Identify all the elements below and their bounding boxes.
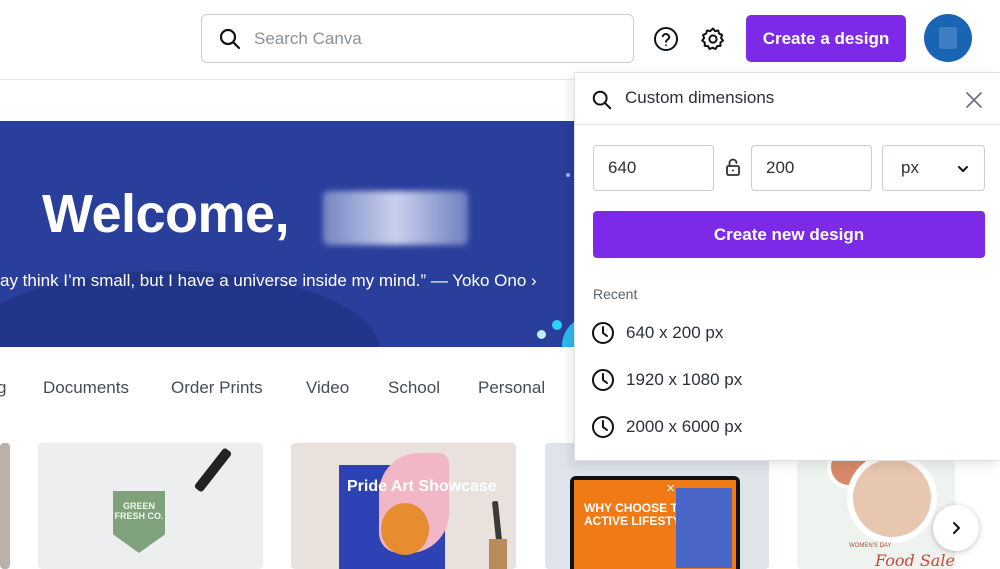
banner-quote-link[interactable]: ay think I’m small, but I have a univers… <box>0 271 537 291</box>
food-script-title: Food Sale <box>875 551 955 569</box>
create-design-dropdown: px Create new design Recent 640 x 200 px… <box>574 72 1000 461</box>
banner-dot-decoration <box>552 320 562 330</box>
template-thumbnail[interactable]: GREEN FRESH CO. <box>38 443 263 569</box>
chevron-right-icon <box>953 522 960 534</box>
category-tab-video[interactable]: Video <box>306 378 349 398</box>
dropdown-search-bar[interactable] <box>575 73 1000 125</box>
search-icon <box>592 90 612 110</box>
gear-icon[interactable] <box>700 26 726 52</box>
search-bar[interactable] <box>201 14 634 63</box>
laptop-mockup: WHY CHOOSE THE ACTIVE LIFESTYLE ✕ <box>570 476 740 569</box>
search-icon <box>219 28 241 49</box>
width-field[interactable] <box>593 145 714 191</box>
clock-icon <box>592 369 614 391</box>
template-thumbnail[interactable]: WHY CHOOSE THE ACTIVE LIFESTYLE ✕ <box>545 443 769 569</box>
height-field[interactable] <box>751 145 872 191</box>
welcome-heading: Welcome, <box>42 184 290 244</box>
food-caption: WOMEN'S DAY <box>849 543 892 549</box>
unit-select-value: px <box>901 158 919 177</box>
recent-item-label: 1920 x 1080 px <box>626 370 743 389</box>
close-icon[interactable] <box>965 91 983 109</box>
banner-dot-decoration <box>566 173 570 177</box>
laptop-screen: WHY CHOOSE THE ACTIVE LIFESTYLE ✕ <box>574 480 736 569</box>
category-tab-documents[interactable]: Documents <box>43 378 129 398</box>
logo-card: GREEN FRESH CO. <box>113 491 165 553</box>
video-photo <box>676 488 732 568</box>
create-new-design-button[interactable]: Create new design <box>593 211 985 258</box>
unlock-icon[interactable] <box>725 157 741 177</box>
cup-decoration <box>489 539 507 569</box>
avatar-image <box>939 27 957 49</box>
recent-item[interactable]: 2000 x 6000 px <box>575 407 1000 447</box>
category-tab-personal[interactable]: Personal <box>478 378 545 398</box>
chevron-down-icon <box>958 166 968 172</box>
unit-select[interactable]: px <box>882 145 985 191</box>
template-thumbnail[interactable]: WOMEN'S DAY Food Sale <box>797 443 955 569</box>
blurred-username <box>323 191 468 245</box>
recent-item-label: 640 x 200 px <box>626 323 724 342</box>
clock-icon <box>592 416 614 438</box>
create-design-button[interactable]: Create a design <box>746 15 906 62</box>
avatar[interactable] <box>924 14 972 62</box>
poster-shape <box>381 503 429 555</box>
dropdown-search-input[interactable] <box>625 88 925 108</box>
food-plate-image <box>847 453 937 543</box>
carousel-next-button[interactable] <box>933 505 979 551</box>
template-thumbnail[interactable] <box>0 443 10 569</box>
welcome-banner: Welcome, ay think I’m small, but I have … <box>0 121 600 347</box>
template-thumbnail[interactable]: Pride Art Showcase <box>291 443 516 569</box>
category-tab-partial[interactable]: g <box>0 378 6 398</box>
pencil-decoration <box>491 500 503 542</box>
poster-title: Pride Art Showcase <box>347 478 497 495</box>
recent-heading: Recent <box>593 286 638 302</box>
help-icon[interactable] <box>653 26 679 52</box>
clock-icon <box>592 322 614 344</box>
close-icon: ✕ <box>666 483 676 495</box>
search-input[interactable] <box>254 28 614 49</box>
recent-item-label: 2000 x 6000 px <box>626 417 743 436</box>
recent-item[interactable]: 640 x 200 px <box>575 313 1000 353</box>
category-tab-school[interactable]: School <box>388 378 440 398</box>
top-header: Create a design <box>0 0 1000 80</box>
recent-item[interactable]: 1920 x 1080 px <box>575 360 1000 400</box>
pen-decoration <box>193 447 233 493</box>
category-tab-order-prints[interactable]: Order Prints <box>171 378 263 398</box>
banner-dot-decoration <box>537 330 546 339</box>
